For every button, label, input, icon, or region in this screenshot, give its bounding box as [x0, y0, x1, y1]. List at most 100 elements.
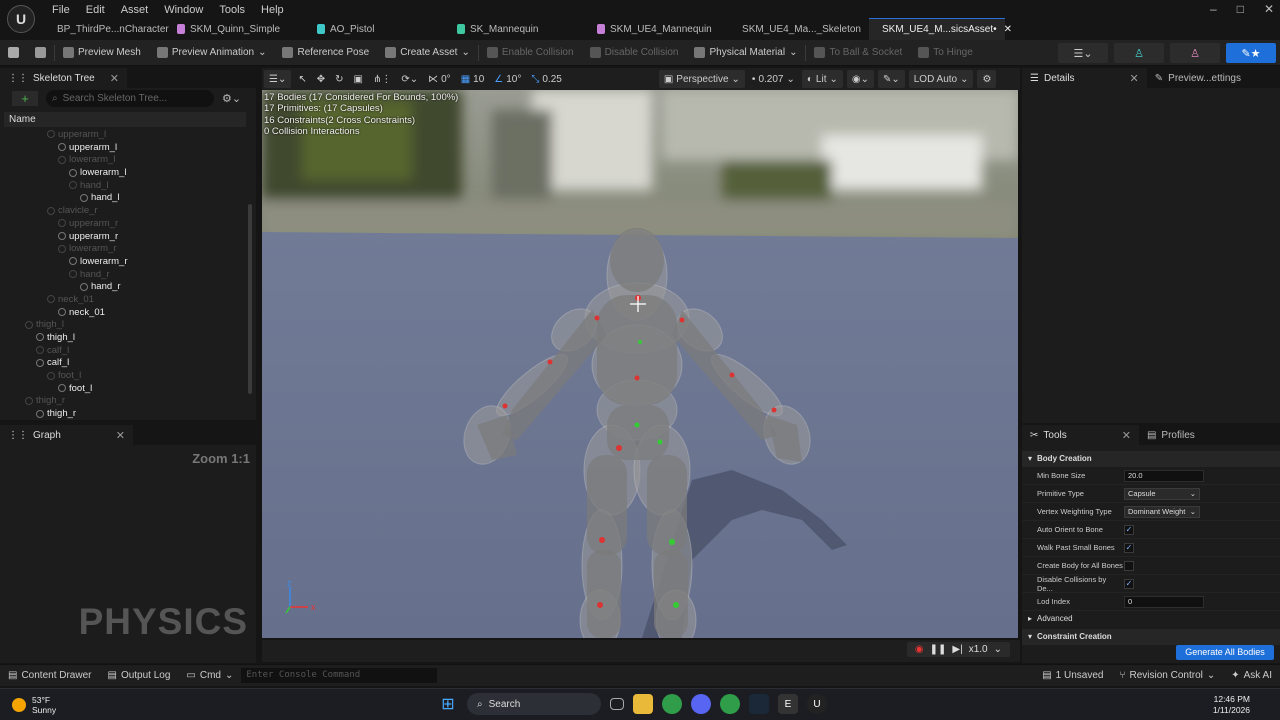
- tree-row[interactable]: thigh_r: [0, 408, 246, 421]
- browse-button[interactable]: [27, 40, 54, 66]
- record-icon[interactable]: ◉: [915, 644, 924, 655]
- tree-row[interactable]: upperarm_r: [0, 231, 246, 244]
- to-hinge-button[interactable]: To Hinge: [910, 40, 980, 66]
- close-icon[interactable]: ✕: [110, 72, 119, 85]
- tree-row[interactable]: thigh_l: [0, 332, 246, 345]
- tree-row[interactable]: thigh_r: [0, 395, 246, 408]
- property-checkbox[interactable]: [1124, 560, 1134, 571]
- close-window-icon[interactable]: ✕: [1264, 2, 1274, 16]
- tree-row[interactable]: neck_01: [0, 307, 246, 320]
- property-checkbox[interactable]: ✓: [1124, 542, 1134, 553]
- tree-row[interactable]: foot_l: [0, 383, 246, 396]
- tree-row[interactable]: calf_l: [0, 345, 246, 358]
- rotate-tool[interactable]: ↻: [330, 70, 348, 88]
- tab-preview-settings[interactable]: ✎ Preview...ettings: [1146, 68, 1249, 88]
- content-drawer-button[interactable]: ▤ Content Drawer: [0, 670, 99, 681]
- preview-mesh-button[interactable]: Preview Mesh: [55, 40, 149, 66]
- tab-skeleton-tree[interactable]: ⋮⋮ Skeleton Tree ✕: [0, 68, 127, 88]
- weather-widget[interactable]: 53°F Sunny: [12, 695, 56, 715]
- tab-tools[interactable]: ✂ Tools ✕: [1022, 425, 1139, 445]
- mesh-mode-button[interactable]: ♙: [1170, 43, 1220, 63]
- grid-snap-button[interactable]: ▦ 10: [456, 70, 490, 88]
- tree-scrollbar[interactable]: [248, 204, 252, 394]
- show-button[interactable]: ◉⌄: [846, 70, 874, 88]
- scale-tool[interactable]: ▣: [349, 70, 368, 88]
- menu-edit[interactable]: Edit: [78, 4, 113, 16]
- steam-icon[interactable]: [749, 694, 769, 714]
- save-button[interactable]: [0, 40, 27, 66]
- chrome-icon[interactable]: [662, 694, 682, 714]
- tree-row[interactable]: clavicle_r: [0, 205, 246, 218]
- menu-asset[interactable]: Asset: [113, 4, 157, 16]
- epic-games-icon[interactable]: E: [778, 694, 798, 714]
- tree-row[interactable]: upperarm_r: [0, 218, 246, 231]
- tree-row[interactable]: neck_01: [0, 294, 246, 307]
- windows-start-icon[interactable]: ⊞: [438, 694, 458, 714]
- viewport-settings-button[interactable]: ⚙: [977, 70, 997, 88]
- menu-tools[interactable]: Tools: [211, 4, 253, 16]
- property-dropdown[interactable]: Dominant Weight ⌄: [1124, 505, 1200, 518]
- taskbar-search[interactable]: ⌕ Search: [467, 693, 601, 715]
- console-input[interactable]: Enter Console Command: [241, 668, 438, 683]
- tree-row[interactable]: lowerarm_l: [0, 154, 246, 167]
- constraint-creation-section[interactable]: ▾ Constraint Creation: [1022, 629, 1280, 645]
- document-tab[interactable]: SK_Mannequin: [449, 18, 589, 40]
- property-checkbox[interactable]: ✓: [1124, 524, 1134, 535]
- tab-graph[interactable]: ⋮⋮ Graph ✕: [0, 425, 134, 445]
- menu-toggle-button[interactable]: ☰⌄: [1058, 43, 1108, 63]
- physics-tools-button[interactable]: ✎⌄: [877, 70, 905, 88]
- enable-collision-button[interactable]: Enable Collision: [479, 40, 582, 66]
- advanced-section[interactable]: ▸ Advanced: [1022, 611, 1280, 627]
- to-ball-socket-button[interactable]: To Ball & Socket: [806, 40, 910, 66]
- physical-material-button[interactable]: Physical Material ⌄: [686, 40, 805, 66]
- translate-tool[interactable]: ✥: [312, 70, 330, 88]
- preview-animation-button[interactable]: Preview Animation ⌄: [149, 40, 275, 66]
- tree-row[interactable]: hand_l: [0, 192, 246, 205]
- body-creation-section[interactable]: ▾ Body Creation: [1022, 451, 1280, 467]
- minimize-icon[interactable]: –: [1210, 2, 1217, 16]
- maximize-icon[interactable]: □: [1237, 2, 1244, 16]
- tree-row[interactable]: foot_l: [0, 370, 246, 383]
- perspective-button[interactable]: ▣ Perspective ⌄: [658, 70, 745, 88]
- transform-menu[interactable]: ⋔⋮: [368, 70, 396, 88]
- unsaved-button[interactable]: ▤ 1 Unsaved: [1034, 670, 1111, 681]
- scale-snap-button[interactable]: ⤡ 0.25: [526, 70, 566, 88]
- tree-row[interactable]: upperarm_l: [0, 129, 246, 142]
- tree-row[interactable]: lowerarm_r: [0, 243, 246, 256]
- document-tab[interactable]: SKM_UE4_Ma..._Skeleton: [729, 18, 869, 40]
- playback-speed[interactable]: x1.0: [969, 644, 988, 655]
- chevron-down-icon[interactable]: ⌄: [994, 644, 1002, 655]
- property-field[interactable]: 20.0: [1124, 469, 1204, 482]
- revision-control-button[interactable]: ⑂ Revision Control ⌄: [1111, 670, 1223, 681]
- tree-row[interactable]: lowerarm_l: [0, 167, 246, 180]
- system-clock[interactable]: 12:46 PM 1/11/2026: [1213, 694, 1250, 716]
- unreal-logo-icon[interactable]: U: [7, 5, 35, 33]
- menu-help[interactable]: Help: [253, 4, 292, 16]
- tree-row[interactable]: hand_r: [0, 269, 246, 282]
- property-checkbox[interactable]: ✓: [1124, 578, 1134, 589]
- menu-file[interactable]: File: [44, 4, 78, 16]
- settings-gear-icon[interactable]: ⚙⌄: [222, 92, 241, 105]
- document-tab[interactable]: SKM_UE4_M...sicsAsset• ✕: [869, 18, 1012, 40]
- add-bone-button[interactable]: +: [12, 91, 38, 106]
- tab-details[interactable]: ☰ Details ✕: [1022, 68, 1147, 88]
- close-icon[interactable]: ✕: [116, 429, 125, 442]
- skeleton-mode-button[interactable]: ♙: [1114, 43, 1164, 63]
- lod-button[interactable]: LOD Auto ⌄: [908, 70, 974, 88]
- tree-row[interactable]: lowerarm_r: [0, 256, 246, 269]
- tree-row[interactable]: hand_r: [0, 281, 246, 294]
- property-field[interactable]: 0: [1124, 595, 1204, 608]
- reference-pose-button[interactable]: Reference Pose: [274, 40, 377, 66]
- tree-row[interactable]: calf_l: [0, 357, 246, 370]
- pause-icon[interactable]: ❚❚: [930, 644, 947, 655]
- cmd-dropdown[interactable]: ▭ Cmd ⌄: [178, 670, 241, 681]
- menu-window[interactable]: Window: [156, 4, 211, 16]
- tree-row[interactable]: hand_l: [0, 180, 246, 193]
- task-view-icon[interactable]: [610, 698, 624, 710]
- document-tab[interactable]: SKM_Quinn_Simple: [169, 18, 309, 40]
- viewport-options-button[interactable]: ☰⌄: [264, 70, 292, 88]
- name-column-header[interactable]: Name: [4, 112, 246, 127]
- output-log-button[interactable]: ▤ Output Log: [99, 670, 178, 681]
- lit-button[interactable]: ◐ Lit ⌄: [801, 70, 843, 88]
- select-tool[interactable]: ↖: [293, 70, 311, 88]
